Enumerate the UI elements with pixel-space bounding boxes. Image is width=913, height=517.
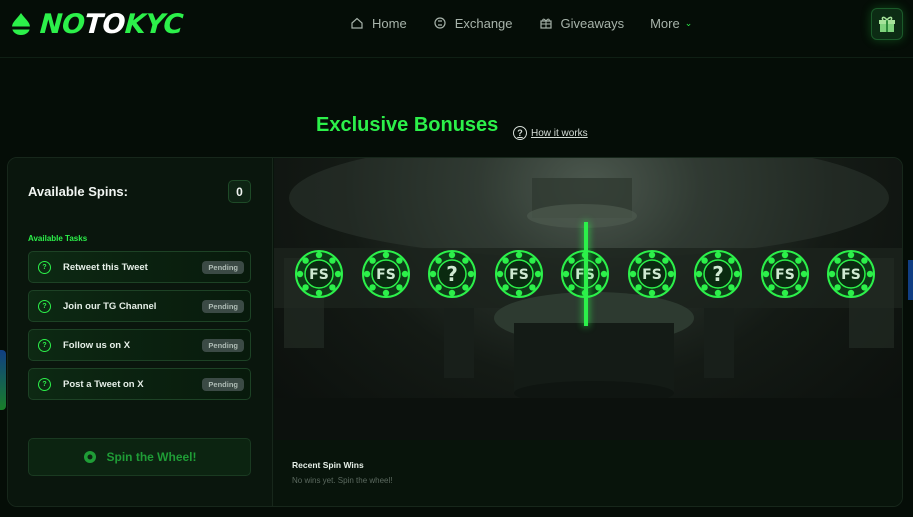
task-follow-x[interactable]: ? Follow us on X Pending [28, 329, 251, 361]
available-tasks-label: Available Tasks [28, 234, 88, 243]
status-badge: Pending [202, 300, 244, 313]
nav-exchange-label: Exchange [454, 15, 513, 31]
title-row: Exclusive Bonuses ? How it works [0, 114, 913, 140]
chip-label: ? [712, 262, 724, 286]
spin-wheel-stage: FSFS?FSFSFS?FSFS [274, 158, 902, 440]
chip-label: FS [509, 267, 529, 283]
chip-label: FS [642, 267, 662, 283]
recent-wins: Recent Spin Wins No wins yet. Spin the w… [274, 440, 902, 506]
status-badge: Pending [202, 339, 244, 352]
mystery-chip: ? [428, 250, 476, 298]
available-spins-count: 0 [228, 180, 251, 203]
spin-pointer [584, 222, 588, 326]
task-check-icon: ? [38, 300, 51, 313]
task-post-tweet[interactable]: ? Post a Tweet on X Pending [28, 368, 251, 400]
task-label: Join our TG Channel [63, 301, 157, 312]
chip-label: FS [841, 267, 861, 283]
gift-icon [539, 18, 552, 29]
chip-label: FS [775, 267, 795, 283]
chip-label: FS [309, 267, 329, 283]
tasks-panel: Available Spins: 0 Available Tasks ? Ret… [8, 158, 273, 506]
free-spins-chip: FS [760, 250, 809, 298]
exchange-icon [434, 17, 446, 29]
nav-more-label: More [650, 15, 680, 31]
question-icon: ? [513, 126, 527, 140]
task-label: Post a Tweet on X [63, 379, 144, 390]
how-it-works-label: How it works [531, 127, 588, 139]
nav-home-label: Home [372, 15, 407, 31]
task-check-icon: ? [38, 339, 51, 352]
edge-glow [908, 260, 913, 300]
rewards-button[interactable] [871, 8, 903, 40]
task-label: Retweet this Tweet [63, 262, 148, 273]
nav-giveaways-label: Giveaways [560, 15, 625, 31]
free-spins-chip: FS [295, 250, 343, 298]
task-retweet[interactable]: ? Retweet this Tweet Pending [28, 251, 251, 283]
task-join-tg[interactable]: ? Join our TG Channel Pending [28, 290, 251, 322]
site-header: NOTOKYC Home Exchange Giveaways More ⌄ [0, 0, 913, 58]
page-title: Exclusive Bonuses [316, 114, 499, 136]
chip-label: ? [446, 262, 458, 286]
status-badge: Pending [202, 378, 244, 391]
nav-home[interactable]: Home [350, 14, 407, 32]
home-icon [351, 17, 363, 29]
chevron-down-icon: ⌄ [684, 17, 693, 28]
chip-label: FS [376, 267, 396, 283]
free-spins-chip: FS [827, 250, 875, 298]
free-spins-chip: FS [494, 250, 543, 298]
mystery-chip: ? [694, 250, 742, 298]
available-spins-label: Available Spins: [28, 184, 128, 199]
main-nav: Home Exchange Giveaways More ⌄ [350, 14, 692, 32]
wheel-icon [83, 451, 96, 463]
recent-wins-empty: No wins yet. Spin the wheel! [292, 476, 393, 485]
nav-more[interactable]: More ⌄ [650, 14, 692, 32]
site-logo[interactable]: NOTOKYC [8, 8, 184, 40]
recent-wins-title: Recent Spin Wins [292, 460, 364, 470]
spin-wheel-button[interactable]: Spin the Wheel! [28, 438, 251, 476]
task-check-icon: ? [38, 378, 51, 391]
status-badge: Pending [202, 261, 244, 274]
edge-glow [0, 350, 6, 410]
casino-background [274, 158, 902, 440]
bonus-card: Available Spins: 0 Available Tasks ? Ret… [7, 157, 903, 507]
logo-mark-icon [10, 13, 32, 35]
task-label: Follow us on X [63, 340, 131, 351]
task-check-icon: ? [38, 261, 51, 274]
free-spins-chip: FS [627, 250, 676, 298]
spin-wheel-label: Spin the Wheel! [106, 450, 197, 464]
logo-text: NOTOKYC [38, 8, 184, 40]
nav-exchange[interactable]: Exchange [433, 14, 513, 32]
gift-box-icon [879, 16, 895, 32]
free-spins-chip: FS [361, 250, 410, 298]
how-it-works-link[interactable]: ? How it works [513, 126, 588, 140]
nav-giveaways[interactable]: Giveaways [539, 14, 625, 32]
